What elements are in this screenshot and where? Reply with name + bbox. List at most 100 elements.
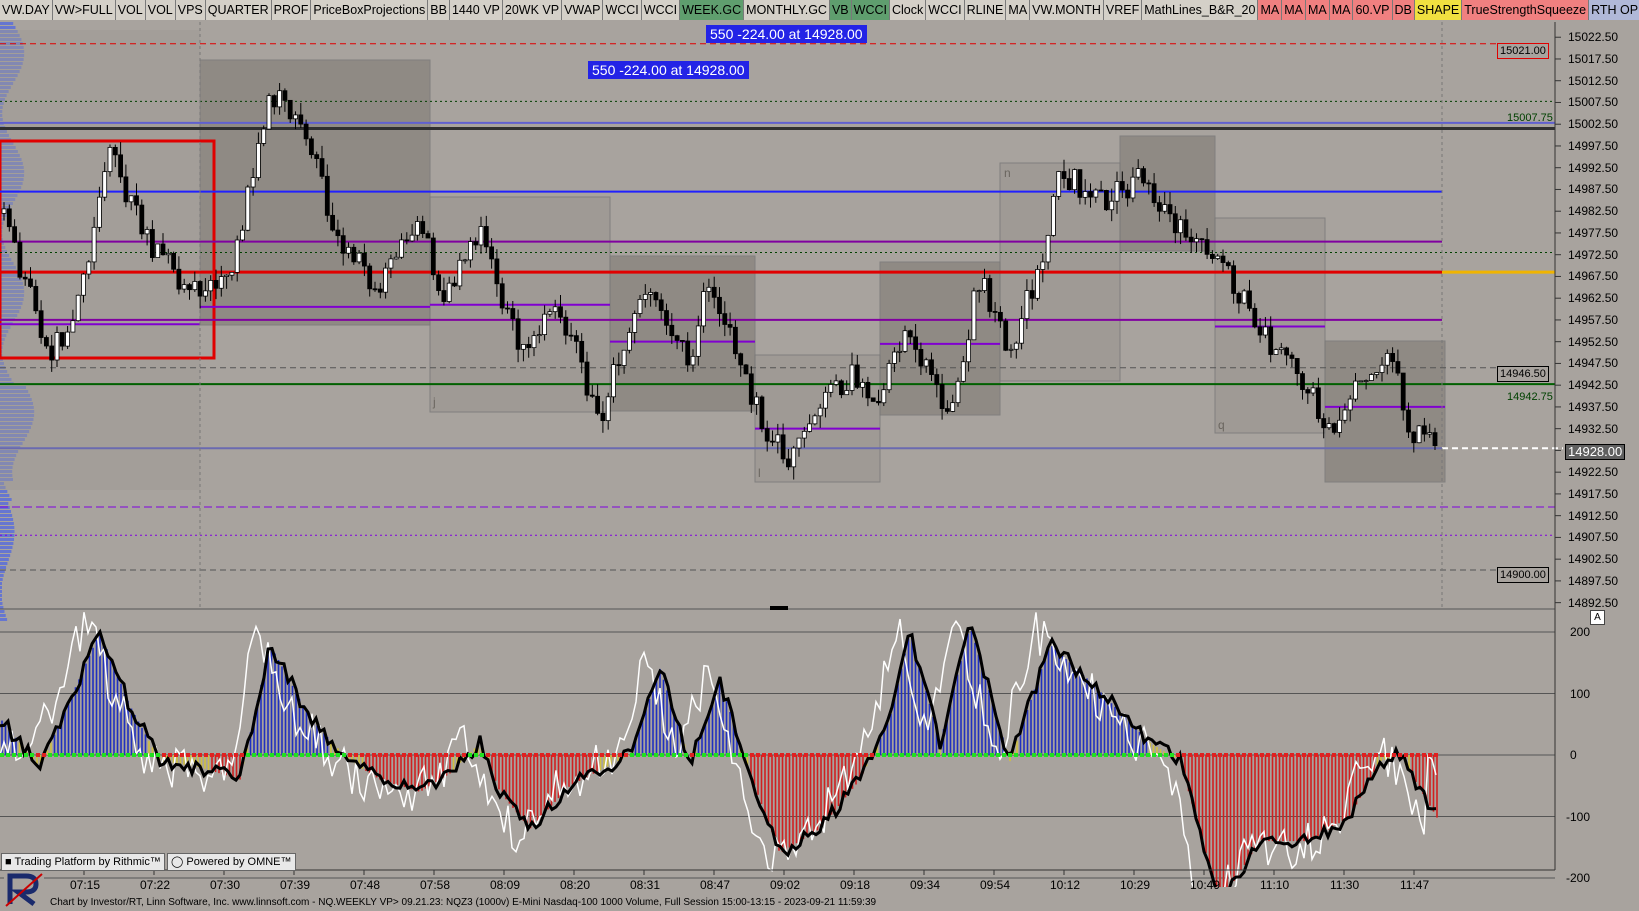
osc-zero-dot	[216, 753, 220, 757]
chart-canvas[interactable]	[0, 0, 1639, 911]
osc-zero-dot	[732, 753, 736, 757]
candle-body	[632, 313, 638, 333]
osc-zero-dot	[1056, 753, 1060, 757]
candle-body	[642, 293, 648, 300]
oscillator-badge[interactable]: A	[1590, 610, 1605, 625]
osc-zero-dot	[588, 753, 592, 757]
candle-body	[489, 246, 495, 260]
candle-body	[1310, 387, 1316, 394]
osc-zero-dot	[528, 753, 532, 757]
candle-body	[971, 290, 977, 341]
candle-body	[176, 268, 182, 290]
candle-body	[998, 311, 1003, 322]
level-label-15021: 15021.00	[1497, 43, 1549, 59]
osc-zero-dot	[426, 753, 430, 757]
volume-profile-bar	[0, 538, 15, 541]
time-tick: 07:15	[70, 878, 101, 892]
osc-zero-dot	[150, 753, 154, 757]
candle-body	[494, 258, 500, 285]
candle-body	[1416, 425, 1422, 444]
candle-body	[505, 307, 510, 310]
osc-zero-dot	[1152, 753, 1156, 757]
candle-body	[849, 364, 855, 391]
osc-zero-dot	[780, 753, 784, 757]
candle-body	[1008, 348, 1014, 351]
osc-zero-dot	[798, 753, 802, 757]
osc-zero-dot	[1320, 753, 1324, 757]
candle-body	[1098, 189, 1104, 192]
osc-zero-dot	[102, 753, 106, 757]
candle-body	[1278, 347, 1284, 351]
candle-body	[791, 447, 797, 468]
candle-body	[356, 252, 362, 263]
osc-zero-dot	[1086, 753, 1090, 757]
level-label-14946: 14946.50	[1497, 366, 1549, 382]
osc-zero-dot	[582, 753, 586, 757]
price-tick: 15012.50	[1568, 73, 1619, 88]
price-tick: 14957.50	[1568, 312, 1619, 327]
osc-zero-dot	[18, 753, 22, 757]
candle-body	[515, 318, 521, 350]
osc-zero-dot	[48, 753, 52, 757]
osc-zero-dot	[654, 753, 658, 757]
osc-zero-dot	[1032, 753, 1036, 757]
candle-body	[1029, 290, 1035, 299]
osc-zero-dot	[1224, 753, 1228, 757]
candle-body	[817, 407, 823, 417]
candle-body	[1003, 320, 1009, 351]
osc-zero-dot	[540, 753, 544, 757]
osc-zero-dot	[840, 753, 844, 757]
osc-zero-dot	[816, 753, 820, 757]
osc-zero-dot	[1302, 753, 1306, 757]
osc-zero-dot	[1140, 753, 1144, 757]
candle-body	[1411, 431, 1417, 444]
osc-zero-dot	[1176, 753, 1180, 757]
volume-profile-bar	[0, 510, 12, 513]
osc-zero-dot	[114, 753, 118, 757]
time-tick: 07:58	[420, 878, 451, 892]
osc-tick: -100	[1566, 809, 1591, 824]
price-tick: 14977.50	[1568, 225, 1619, 240]
candle-body	[118, 154, 123, 178]
candle-body	[271, 95, 277, 108]
volume-profile-bar	[0, 598, 2, 601]
omne-label: Powered by OMNE™	[186, 856, 292, 868]
osc-zero-dot	[444, 753, 448, 757]
osc-zero-dot	[24, 753, 28, 757]
candle-body	[240, 229, 245, 241]
osc-zero-dot	[876, 753, 880, 757]
osc-zero-dot	[192, 753, 196, 757]
omne-badge[interactable]: ◯ Powered by OMNE™	[167, 853, 296, 871]
rithmic-badge[interactable]: ■ Trading Platform by Rithmic™	[1, 853, 165, 871]
price-tick: 14937.50	[1568, 399, 1619, 414]
candle-body	[680, 340, 685, 342]
candle-body	[1045, 234, 1051, 263]
osc-zero-dot	[252, 753, 256, 757]
osc-zero-dot	[624, 753, 628, 757]
candle-body	[1151, 183, 1157, 204]
osc-zero-dot	[354, 753, 358, 757]
osc-zero-dot	[924, 753, 928, 757]
candle-body	[266, 95, 272, 130]
osc-zero-dot	[1116, 753, 1120, 757]
osc-zero-dot	[978, 753, 982, 757]
osc-zero-dot	[132, 753, 136, 757]
candle-body	[91, 226, 97, 263]
candle-body	[28, 278, 33, 287]
osc-zero-dot	[966, 753, 970, 757]
candle-body	[1284, 347, 1289, 356]
osc-zero-dot	[402, 753, 406, 757]
second-price-banner: 550 -224.00 at 14928.00	[588, 61, 749, 79]
candle-body	[621, 349, 627, 366]
osc-zero-dot	[318, 753, 322, 757]
osc-zero-dot	[1344, 753, 1348, 757]
osc-zero-dot	[498, 753, 502, 757]
osc-zero-dot	[1380, 753, 1384, 757]
volume-profile-bar	[0, 610, 5, 613]
osc-zero-dot	[1260, 753, 1264, 757]
candle-body	[775, 434, 781, 443]
candle-body	[1247, 290, 1252, 309]
volume-profile-bar	[0, 574, 4, 577]
candle-body	[796, 437, 802, 449]
candle-body	[54, 332, 60, 361]
